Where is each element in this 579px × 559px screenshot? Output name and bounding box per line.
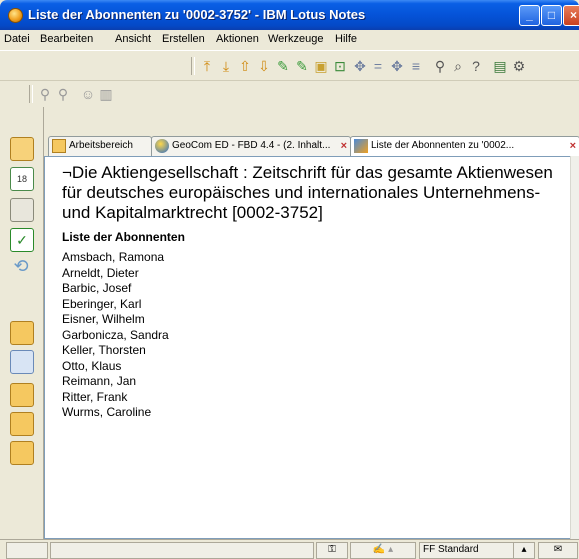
status-message: [50, 542, 314, 559]
todo-icon[interactable]: ✓: [10, 228, 34, 252]
mail-icon[interactable]: [10, 137, 34, 161]
online-status[interactable]: ⚿: [316, 542, 348, 559]
databases-icon[interactable]: [10, 350, 34, 374]
expand-icon[interactable]: ✥: [352, 58, 368, 74]
folder-icon: [52, 139, 66, 153]
tab-strip: Arbeitsbereich GeoCom ED - FBD 4.4 - (2.…: [44, 136, 579, 157]
tab-label: Arbeitsbereich: [69, 140, 133, 151]
collapse-all-icon[interactable]: ≡: [408, 58, 424, 74]
database-icon[interactable]: ▥: [98, 86, 114, 102]
menu-datei[interactable]: Datei: [4, 33, 30, 45]
next-unread-icon[interactable]: ✎: [275, 58, 291, 74]
tab-liste-der-abonnenten[interactable]: Liste der Abonnenten zu '0002... ×: [350, 136, 579, 157]
tab-arbeitsbereich[interactable]: Arbeitsbereich: [48, 136, 152, 157]
binoculars-icon[interactable]: ⚲: [432, 58, 448, 74]
list-heading: Liste der Abonnenten: [62, 230, 185, 244]
subscriber-item: Eberinger, Karl: [62, 296, 142, 311]
search-all-icon[interactable]: ⚲: [55, 86, 71, 102]
font-selector-arrow[interactable]: ▴: [513, 542, 535, 559]
folder-up-icon[interactable]: ▣: [313, 58, 329, 74]
minimize-button[interactable]: _: [519, 5, 540, 26]
collapse-icon[interactable]: =: [370, 58, 386, 74]
previous-unread-icon[interactable]: ✎: [294, 58, 310, 74]
universal-toolbar: ⚲ ⚲ ☺ ▥: [0, 80, 579, 107]
calendar-icon[interactable]: 18: [10, 167, 34, 191]
mail-status-icon[interactable]: ✉: [538, 542, 578, 559]
favorites-folder-icon[interactable]: [10, 321, 34, 345]
people-icon[interactable]: ☺: [80, 86, 96, 102]
status-bar: ⚿ ✍ ▴ FF Standard ▴ ✉: [0, 539, 579, 559]
subscriber-item: Otto, Klaus: [62, 358, 122, 373]
lotus-notes-icon: [8, 8, 23, 23]
subscriber-item: Amsbach, Ramona: [62, 250, 165, 264]
tab-label: GeoCom ED - FBD 4.4 - (2. Inhalt...: [172, 140, 331, 151]
subscriber-item: Wurms, Caroline: [62, 405, 152, 419]
subscriber-item: Garbonicza, Sandra: [62, 327, 169, 342]
status-field: [6, 542, 48, 559]
internet-folder-icon[interactable]: [10, 441, 34, 465]
menu-bearbeiten[interactable]: Bearbeiten: [40, 33, 93, 45]
move-top-icon[interactable]: ⤒: [199, 58, 215, 74]
signature-status[interactable]: ✍ ▴: [350, 542, 416, 559]
toolbar-separator: [191, 57, 195, 75]
document-pane: ¬Die Aktiengesellschaft : Zeitschrift fü…: [44, 156, 572, 539]
search-icon[interactable]: ⌕: [450, 58, 466, 74]
subscriber-item: Reimann, Jan: [62, 374, 137, 388]
arrow-up-icon[interactable]: ⇧: [237, 58, 253, 74]
history-folder-icon[interactable]: [10, 412, 34, 436]
menu-werkzeuge[interactable]: Werkzeuge: [268, 33, 323, 45]
vertical-scrollbar[interactable]: [570, 156, 579, 539]
refresh-icon[interactable]: ⊡: [332, 58, 348, 74]
close-tab-icon[interactable]: ×: [341, 137, 347, 155]
menu-hilfe[interactable]: Hilfe: [335, 33, 357, 45]
replicator-icon[interactable]: ⟲: [10, 255, 32, 277]
menu-ansicht[interactable]: Ansicht: [115, 33, 151, 45]
action-toolbar: ⤒ ⤓ ⇧ ⇩ ✎ ✎ ▣ ⊡ ✥ = ✥ ≡ ⚲ ⌕ ? ▤ ⚙: [0, 50, 579, 80]
toolbar-separator: [29, 85, 33, 103]
menu-bar: Datei Bearbeiten Ansicht Erstellen Aktio…: [0, 30, 579, 50]
move-bottom-icon[interactable]: ⤓: [218, 58, 234, 74]
title-bar: Liste der Abonnenten zu '0002-3752' - IB…: [0, 0, 579, 30]
subscriber-item: Eisner, Wilhelm: [62, 312, 145, 326]
subscriber-item: Arneldt, Dieter: [62, 265, 139, 280]
close-button[interactable]: ×: [563, 5, 579, 26]
subscriber-item: Keller, Thorsten: [62, 343, 146, 357]
menu-aktionen[interactable]: Aktionen: [216, 33, 259, 45]
document-icon: [354, 139, 368, 153]
subscriber-item: Ritter, Frank: [62, 389, 128, 404]
search-icon[interactable]: ⚲: [37, 86, 53, 102]
tools-icon[interactable]: ⚙: [511, 58, 527, 74]
bookmark-bar: 18 ✓ ⟲: [0, 107, 44, 539]
tab-geocom[interactable]: GeoCom ED - FBD 4.4 - (2. Inhalt... ×: [151, 136, 351, 157]
document-title: ¬Die Aktiengesellschaft : Zeitschrift fü…: [62, 163, 553, 222]
menu-erstellen[interactable]: Erstellen: [162, 33, 205, 45]
help-icon[interactable]: ?: [468, 58, 484, 74]
properties-icon[interactable]: ▤: [492, 58, 508, 74]
maximize-button[interactable]: □: [541, 5, 562, 26]
contacts-icon[interactable]: [10, 198, 34, 222]
folder-icon[interactable]: [10, 383, 34, 407]
subscriber-list: Amsbach, Ramona Arneldt, Dieter Barbic, Jo…: [62, 250, 169, 421]
globe-icon: [155, 139, 169, 153]
window-title: Liste der Abonnenten zu '0002-3752' - IB…: [28, 7, 366, 22]
expand-all-icon[interactable]: ✥: [389, 58, 405, 74]
tab-label: Liste der Abonnenten zu '0002...: [371, 140, 515, 151]
close-tab-icon[interactable]: ×: [570, 137, 576, 155]
subscriber-item: Barbic, Josef: [62, 281, 132, 295]
arrow-down-icon[interactable]: ⇩: [256, 58, 272, 74]
font-selector[interactable]: FF Standard: [419, 542, 514, 559]
